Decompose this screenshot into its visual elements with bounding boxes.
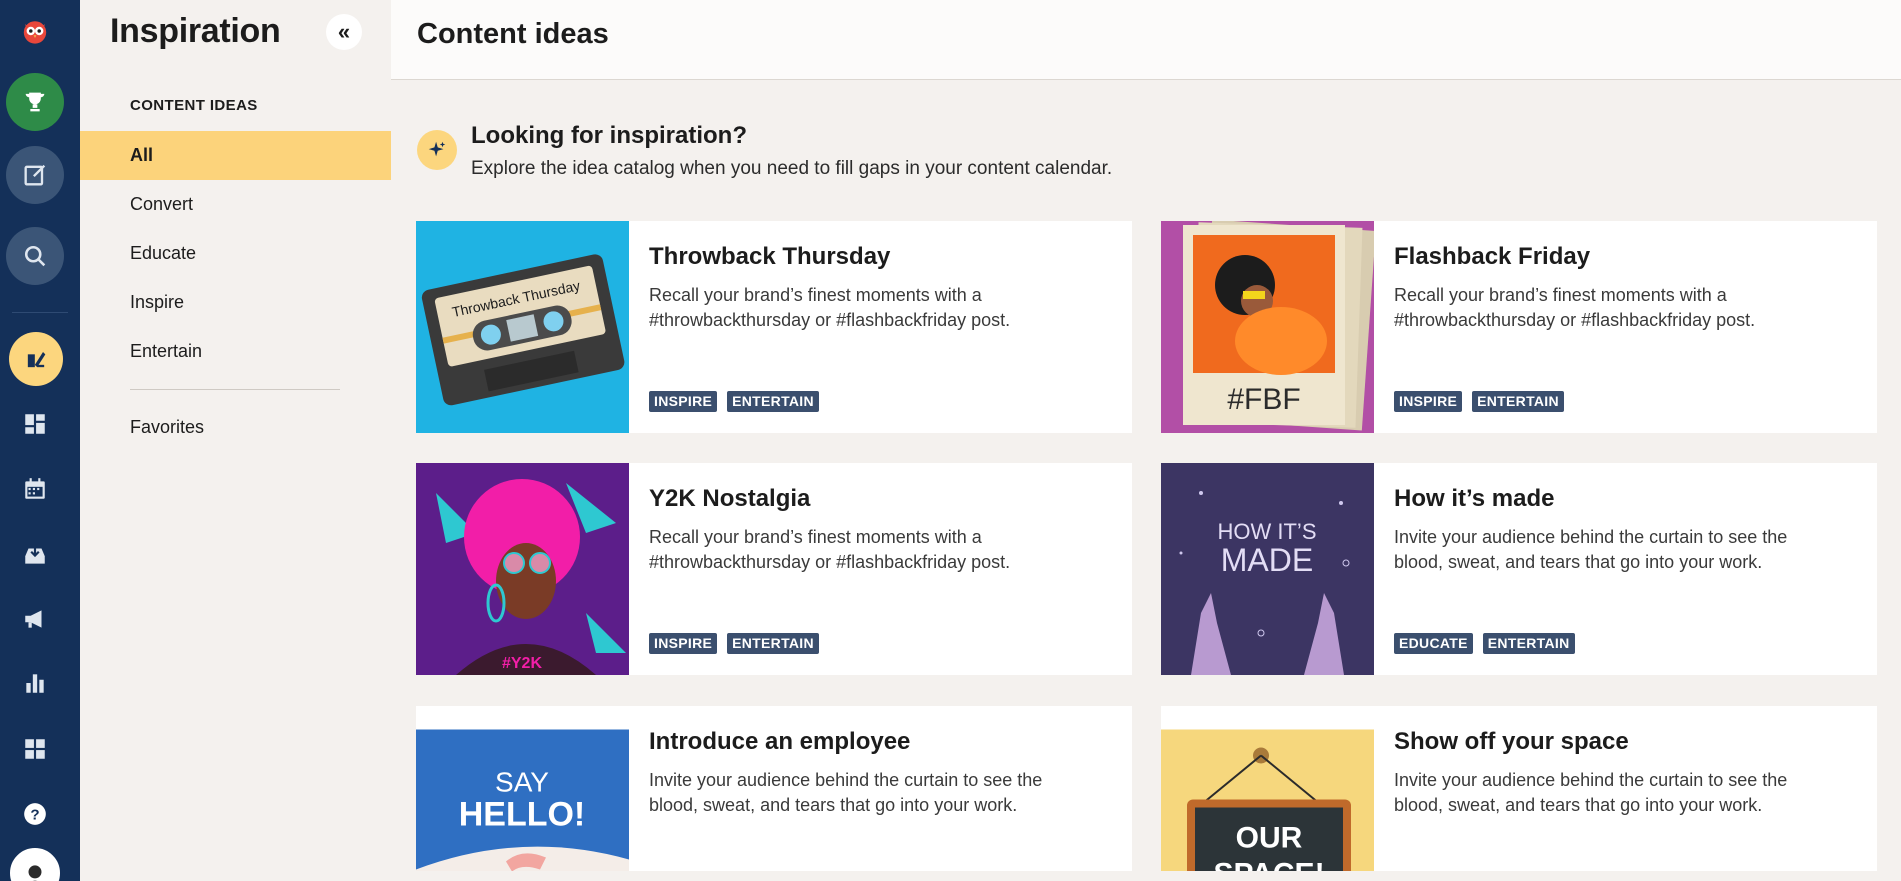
tag-educate: EDUCATE [1394, 633, 1473, 654]
tag-entertain: ENTERTAIN [1482, 633, 1575, 654]
card-image-how-its-made: HOW IT’S MADE [1161, 463, 1374, 675]
tag-entertain: ENTERTAIN [1472, 391, 1564, 412]
card-image-say-hello: SAY HELLO! [416, 706, 629, 871]
card-image-cassette: Throwback Thursday [416, 221, 629, 433]
image-text-line2: SPACE! [1213, 858, 1324, 872]
analytics-icon[interactable] [10, 658, 60, 708]
card-image-polaroid: #FBF [1161, 221, 1374, 433]
collapse-panel-button[interactable]: « [326, 14, 362, 50]
svg-text:?: ? [30, 806, 39, 823]
idea-card-flashback-friday[interactable]: #FBF Flashback Friday Recall your brand’… [1161, 221, 1877, 433]
card-description: Recall your brand’s finest moments with … [1394, 285, 1756, 330]
nav-item-favorites[interactable]: Favorites [80, 403, 391, 452]
owl-logo-icon[interactable] [6, 2, 64, 60]
card-title: Show off your space [1394, 728, 1629, 755]
page-title: Content ideas [417, 18, 609, 50]
tag-inspire: INSPIRE [1394, 391, 1463, 412]
card-title: Throwback Thursday [649, 243, 891, 270]
nav-divider [130, 389, 340, 390]
card-tags: INSPIRE ENTERTAIN [649, 633, 819, 654]
image-text-line2: MADE [1221, 542, 1313, 578]
compose-icon[interactable] [6, 146, 64, 204]
idea-card-introduce-employee[interactable]: SAY HELLO! Introduce an employee Invite … [416, 706, 1132, 871]
image-text-line2: HELLO! [459, 796, 586, 834]
avatar-icon[interactable] [10, 848, 60, 881]
rail-divider [12, 312, 68, 313]
global-nav-rail: ? [0, 0, 80, 881]
card-title: Flashback Friday [1394, 243, 1591, 270]
search-icon[interactable] [6, 227, 64, 285]
tag-entertain: ENTERTAIN [727, 391, 819, 412]
calendar-icon[interactable] [10, 464, 60, 514]
card-description: Invite your audience behind the curtain … [1394, 770, 1788, 815]
card-tags: EDUCATE ENTERTAIN [1394, 633, 1575, 654]
nav-item-all[interactable]: All [80, 131, 391, 180]
card-image-y2k: #Y2K [416, 463, 629, 675]
inspiration-panel: Inspiration « CONTENT IDEAS All Convert … [80, 0, 391, 881]
main-content: Content ideas Looking for inspiration? E… [391, 0, 1901, 881]
nav-item-educate[interactable]: Educate [80, 229, 391, 278]
trophy-icon[interactable] [6, 73, 64, 131]
sparkle-icon [417, 130, 457, 170]
card-description: Recall your brand’s finest moments with … [649, 527, 1011, 572]
card-description: Recall your brand’s finest moments with … [649, 285, 1011, 330]
idea-card-y2k-nostalgia[interactable]: #Y2K Y2K Nostalgia Recall your brand’s f… [416, 463, 1132, 675]
inbox-icon[interactable] [10, 530, 60, 580]
card-description: Invite your audience behind the curtain … [1394, 527, 1788, 572]
tag-entertain: ENTERTAIN [727, 633, 819, 654]
inspiration-heading: Looking for inspiration? [471, 122, 747, 149]
image-text-line1: HOW IT’S [1218, 519, 1317, 544]
idea-card-show-off-space[interactable]: OUR SPACE! Show off your space Invite yo… [1161, 706, 1877, 871]
apps-icon[interactable] [10, 724, 60, 774]
idea-card-how-its-made[interactable]: HOW IT’S MADE How it’s made Invite your … [1161, 463, 1877, 675]
dashboard-icon[interactable] [10, 399, 60, 449]
idea-card-throwback-thursday[interactable]: Throwback Thursday Throwback Thursday Re… [416, 221, 1132, 433]
card-tags: INSPIRE ENTERTAIN [1394, 391, 1564, 412]
card-image-our-space: OUR SPACE! [1161, 706, 1374, 871]
polaroid-caption: #FBF [1227, 383, 1300, 416]
megaphone-icon[interactable] [10, 594, 60, 644]
nav-item-convert[interactable]: Convert [80, 180, 391, 229]
card-title: How it’s made [1394, 485, 1555, 512]
main-header: Content ideas [391, 0, 1901, 80]
nav-item-inspire[interactable]: Inspire [80, 278, 391, 327]
card-title: Y2K Nostalgia [649, 485, 811, 512]
card-title: Introduce an employee [649, 728, 911, 755]
double-chevron-left-icon: « [337, 19, 351, 44]
tag-inspire: INSPIRE [649, 391, 718, 412]
help-icon[interactable]: ? [10, 789, 60, 839]
panel-title: Inspiration [110, 12, 281, 50]
image-text-line1: OUR [1236, 822, 1303, 855]
card-tags: INSPIRE ENTERTAIN [649, 391, 819, 412]
y2k-caption: #Y2K [502, 655, 542, 672]
card-description: Invite your audience behind the curtain … [649, 770, 1043, 815]
nav-item-entertain[interactable]: Entertain [80, 327, 391, 376]
section-label-content-ideas: CONTENT IDEAS [130, 97, 258, 114]
image-text-line1: SAY [495, 767, 549, 798]
inspiration-subtext: Explore the idea catalog when you need t… [471, 158, 1113, 179]
tag-inspire: INSPIRE [649, 633, 718, 654]
inspiration-icon[interactable] [9, 332, 63, 386]
